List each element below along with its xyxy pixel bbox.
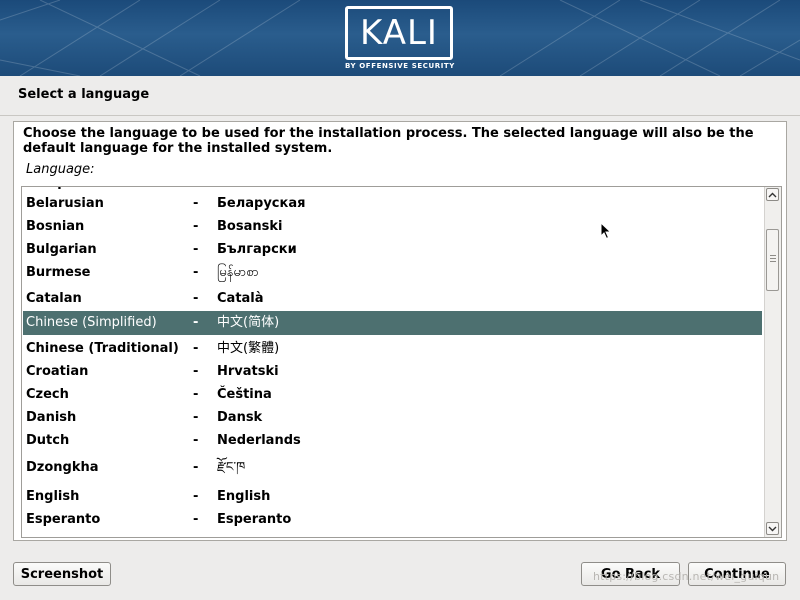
separator: - xyxy=(193,489,199,504)
language-native-name: རྫོང་ཁ xyxy=(217,460,246,475)
language-native-name: Беларуская xyxy=(217,196,306,211)
step-title: Select a language xyxy=(18,87,150,102)
language-native-name: မြန်မာစာ xyxy=(217,265,259,280)
separator: - xyxy=(193,291,199,306)
language-name: Catalan xyxy=(26,291,82,306)
language-native-name: Hrvatski xyxy=(217,364,279,379)
separator: - xyxy=(193,364,199,379)
language-name: Danish xyxy=(26,410,77,425)
separator: - xyxy=(193,410,199,425)
scroll-up-button[interactable] xyxy=(766,188,779,201)
language-row-czech[interactable]: Czech - Čeština xyxy=(23,384,762,406)
language-name: English xyxy=(26,489,80,504)
language-row-croatian[interactable]: Croatian - Hrvatski xyxy=(23,361,762,383)
language-row-bulgarian[interactable]: Bulgarian - Български xyxy=(23,239,762,261)
logo-subtitle: BY OFFENSIVE SECURITY xyxy=(345,62,455,70)
content-frame: Choose the language to be used for the i… xyxy=(13,121,787,541)
language-list-viewport: Basque Belarusian - Беларуская Bosnian -… xyxy=(22,187,763,537)
language-native-name: Bosanski xyxy=(217,219,283,234)
language-row-catalan[interactable]: Catalan - Català xyxy=(23,287,762,311)
language-row-dzongkha[interactable]: Dzongkha - རྫོང་ཁ xyxy=(23,453,762,483)
kali-logo: KALI xyxy=(345,6,453,60)
language-name: Croatian xyxy=(26,364,89,379)
partially-hidden-row: Basque xyxy=(26,187,80,190)
language-caption: Language: xyxy=(26,162,95,177)
divider xyxy=(0,115,800,116)
description-text: Choose the language to be used for the i… xyxy=(23,126,754,156)
list-scrollbar[interactable] xyxy=(764,187,781,537)
scroll-down-button[interactable] xyxy=(766,522,779,535)
language-list[interactable]: Basque Belarusian - Беларуская Bosnian -… xyxy=(21,186,782,538)
language-row-english[interactable]: English - English xyxy=(23,486,762,508)
language-native-name: Esperanto xyxy=(217,512,292,527)
language-name: Czech xyxy=(26,387,69,402)
mouse-pointer-icon xyxy=(600,222,612,240)
language-row-danish[interactable]: Danish - Dansk xyxy=(23,407,762,429)
language-name: Chinese (Simplified) xyxy=(26,315,157,330)
language-row-esperanto[interactable]: Esperanto - Esperanto xyxy=(23,509,762,531)
separator: - xyxy=(193,196,199,211)
language-name: Burmese xyxy=(26,265,91,280)
separator: - xyxy=(193,512,199,527)
separator: - xyxy=(193,315,199,330)
separator: - xyxy=(193,387,199,402)
separator: - xyxy=(193,219,199,234)
language-row-chinese-traditional[interactable]: Chinese (Traditional) - 中文(繁體) xyxy=(23,337,762,361)
watermark-text: https://blog.csdn.net/wei_guiqun xyxy=(593,570,780,583)
language-name: Bulgarian xyxy=(26,242,97,257)
screenshot-button[interactable]: Screenshot xyxy=(13,562,111,586)
language-native-name: Čeština xyxy=(217,387,272,402)
thumb-grip xyxy=(770,258,776,259)
language-name: Chinese (Traditional) xyxy=(26,341,179,356)
language-row-dutch[interactable]: Dutch - Nederlands xyxy=(23,430,762,452)
language-native-name: English xyxy=(217,489,271,504)
language-name: Belarusian xyxy=(26,196,104,211)
separator: - xyxy=(193,433,199,448)
thumb-grip xyxy=(770,261,776,262)
language-name: Esperanto xyxy=(26,512,101,527)
separator: - xyxy=(193,460,199,475)
language-row-chinese-simplified[interactable]: Chinese (Simplified) - 中文(简体) xyxy=(23,311,762,335)
scroll-thumb[interactable] xyxy=(766,229,779,291)
language-row-belarusian[interactable]: Belarusian - Беларуская xyxy=(23,193,762,215)
separator: - xyxy=(193,242,199,257)
language-native-name: 中文(简体) xyxy=(217,315,280,330)
language-row-bosnian[interactable]: Bosnian - Bosanski xyxy=(23,216,762,238)
thumb-grip xyxy=(770,255,776,256)
chevron-down-icon xyxy=(768,526,777,531)
separator: - xyxy=(193,265,199,280)
language-row-burmese[interactable]: Burmese - မြန်မာစာ xyxy=(23,262,762,284)
language-name: Bosnian xyxy=(26,219,85,234)
language-native-name: Dansk xyxy=(217,410,263,425)
language-native-name: Български xyxy=(217,242,297,257)
kali-banner: KALI BY OFFENSIVE SECURITY xyxy=(0,0,800,76)
separator: - xyxy=(193,341,199,356)
language-name: Dzongkha xyxy=(26,460,99,475)
chevron-up-icon xyxy=(768,192,777,197)
language-native-name: Català xyxy=(217,291,264,306)
logo-text: KALI xyxy=(360,13,438,53)
language-native-name: Nederlands xyxy=(217,433,301,448)
language-native-name: 中文(繁體) xyxy=(217,341,280,356)
language-name: Dutch xyxy=(26,433,70,448)
